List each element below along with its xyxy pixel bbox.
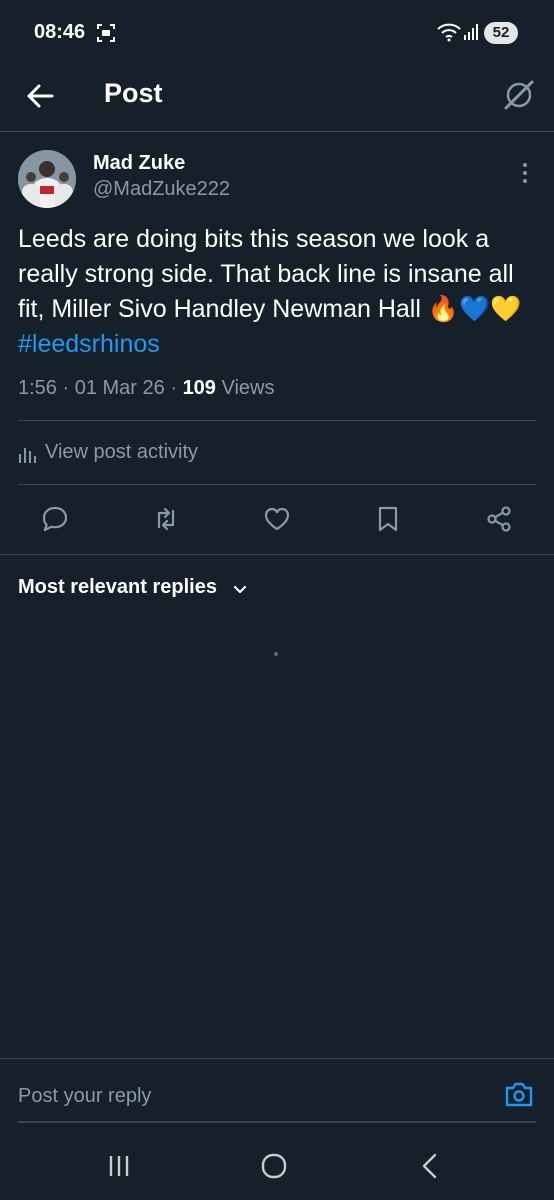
avatar[interactable] [18,150,76,208]
reply-icon[interactable] [40,504,70,534]
wifi-icon [437,23,461,42]
post-body: Leeds are doing bits this season we look… [18,225,522,323]
post-time: 1:56 [18,377,57,399]
loading-indicator [274,652,278,656]
analytics-icon [19,448,36,463]
top-app-bar: Post [0,66,554,132]
replies-sort-label: Most relevant replies [18,576,217,598]
recent-apps-icon[interactable] [101,1148,137,1184]
share-icon[interactable] [484,504,514,534]
reply-composer [0,1058,554,1132]
post-action-bar [0,496,554,542]
author-name[interactable]: Mad Zuke [93,152,185,175]
post-metadata: 1:56 · 01 Mar 26 · 109 Views [18,377,275,399]
screenshot-icon [97,24,115,42]
arrow-left-icon[interactable] [22,78,58,114]
avatar-image [18,150,76,208]
status-time: 08:46 [34,21,86,43]
author-handle[interactable]: @MadZuke222 [93,178,230,201]
divider [0,554,554,555]
page-title: Post [104,78,163,108]
like-icon[interactable] [262,504,292,534]
reply-input[interactable] [18,1079,478,1113]
signal-icon [464,24,478,40]
back-nav-icon[interactable] [412,1148,448,1184]
replies-sort-dropdown[interactable]: Most relevant replies [18,576,247,604]
camera-icon[interactable] [503,1079,535,1109]
screen: 08:46 52 Post Mad Zuke @MadZuke222 Leeds… [0,0,554,1200]
grok-icon[interactable] [500,76,538,114]
post-date: 01 Mar 26 [74,377,165,399]
hashtag-link[interactable]: #leedsrhinos [18,330,160,358]
battery-indicator: 52 [484,22,518,44]
views-count: 109 [182,377,216,399]
views-label: Views [221,377,275,399]
home-icon[interactable] [256,1148,292,1184]
reply-input-underline [18,1121,536,1123]
view-post-activity-label: View post activity [45,441,199,463]
status-bar: 08:46 52 [0,0,554,66]
chevron-down-icon [233,585,247,594]
more-options-icon[interactable] [512,160,538,186]
divider [18,420,536,421]
post-text: Leeds are doing bits this season we look… [18,222,538,362]
repost-icon[interactable] [151,504,181,534]
divider [18,484,536,485]
system-navigation-bar [0,1132,554,1200]
bookmark-icon[interactable] [373,504,403,534]
